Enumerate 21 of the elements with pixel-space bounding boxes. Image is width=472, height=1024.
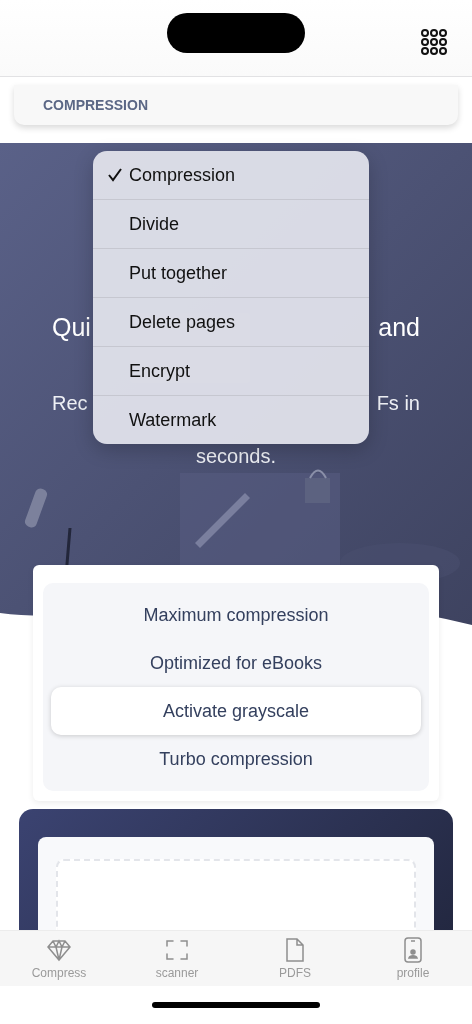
apps-grid-button[interactable] bbox=[420, 28, 448, 56]
scan-icon bbox=[164, 937, 190, 963]
menu-item[interactable]: Watermark bbox=[93, 395, 369, 444]
menu-item[interactable]: Put together bbox=[93, 248, 369, 297]
compression-option[interactable]: Turbo compression bbox=[51, 735, 421, 783]
menu-item[interactable]: Encrypt bbox=[93, 346, 369, 395]
compression-option[interactable]: Optimized for eBooks bbox=[51, 639, 421, 687]
hero-heading-fragment: and bbox=[378, 313, 420, 342]
hero-subtitle-fragment: Rec bbox=[52, 392, 88, 415]
section-header[interactable]: COMPRESSION bbox=[14, 85, 458, 125]
hero-subtitle-fragment: Fs in bbox=[376, 392, 420, 415]
section-title: COMPRESSION bbox=[43, 97, 148, 113]
compression-option[interactable]: Activate grayscale bbox=[51, 687, 421, 735]
hero-subtitle-fragment: seconds. bbox=[194, 445, 278, 468]
menu-item[interactable]: Compression bbox=[93, 151, 369, 199]
hero-heading-fragment: Qui bbox=[52, 313, 91, 342]
menu-item[interactable]: Divide bbox=[93, 199, 369, 248]
diamond-icon bbox=[46, 937, 72, 963]
menu-item[interactable]: Delete pages bbox=[93, 297, 369, 346]
compression-option[interactable]: Maximum compression bbox=[51, 591, 421, 639]
checkmark-icon bbox=[107, 167, 123, 183]
